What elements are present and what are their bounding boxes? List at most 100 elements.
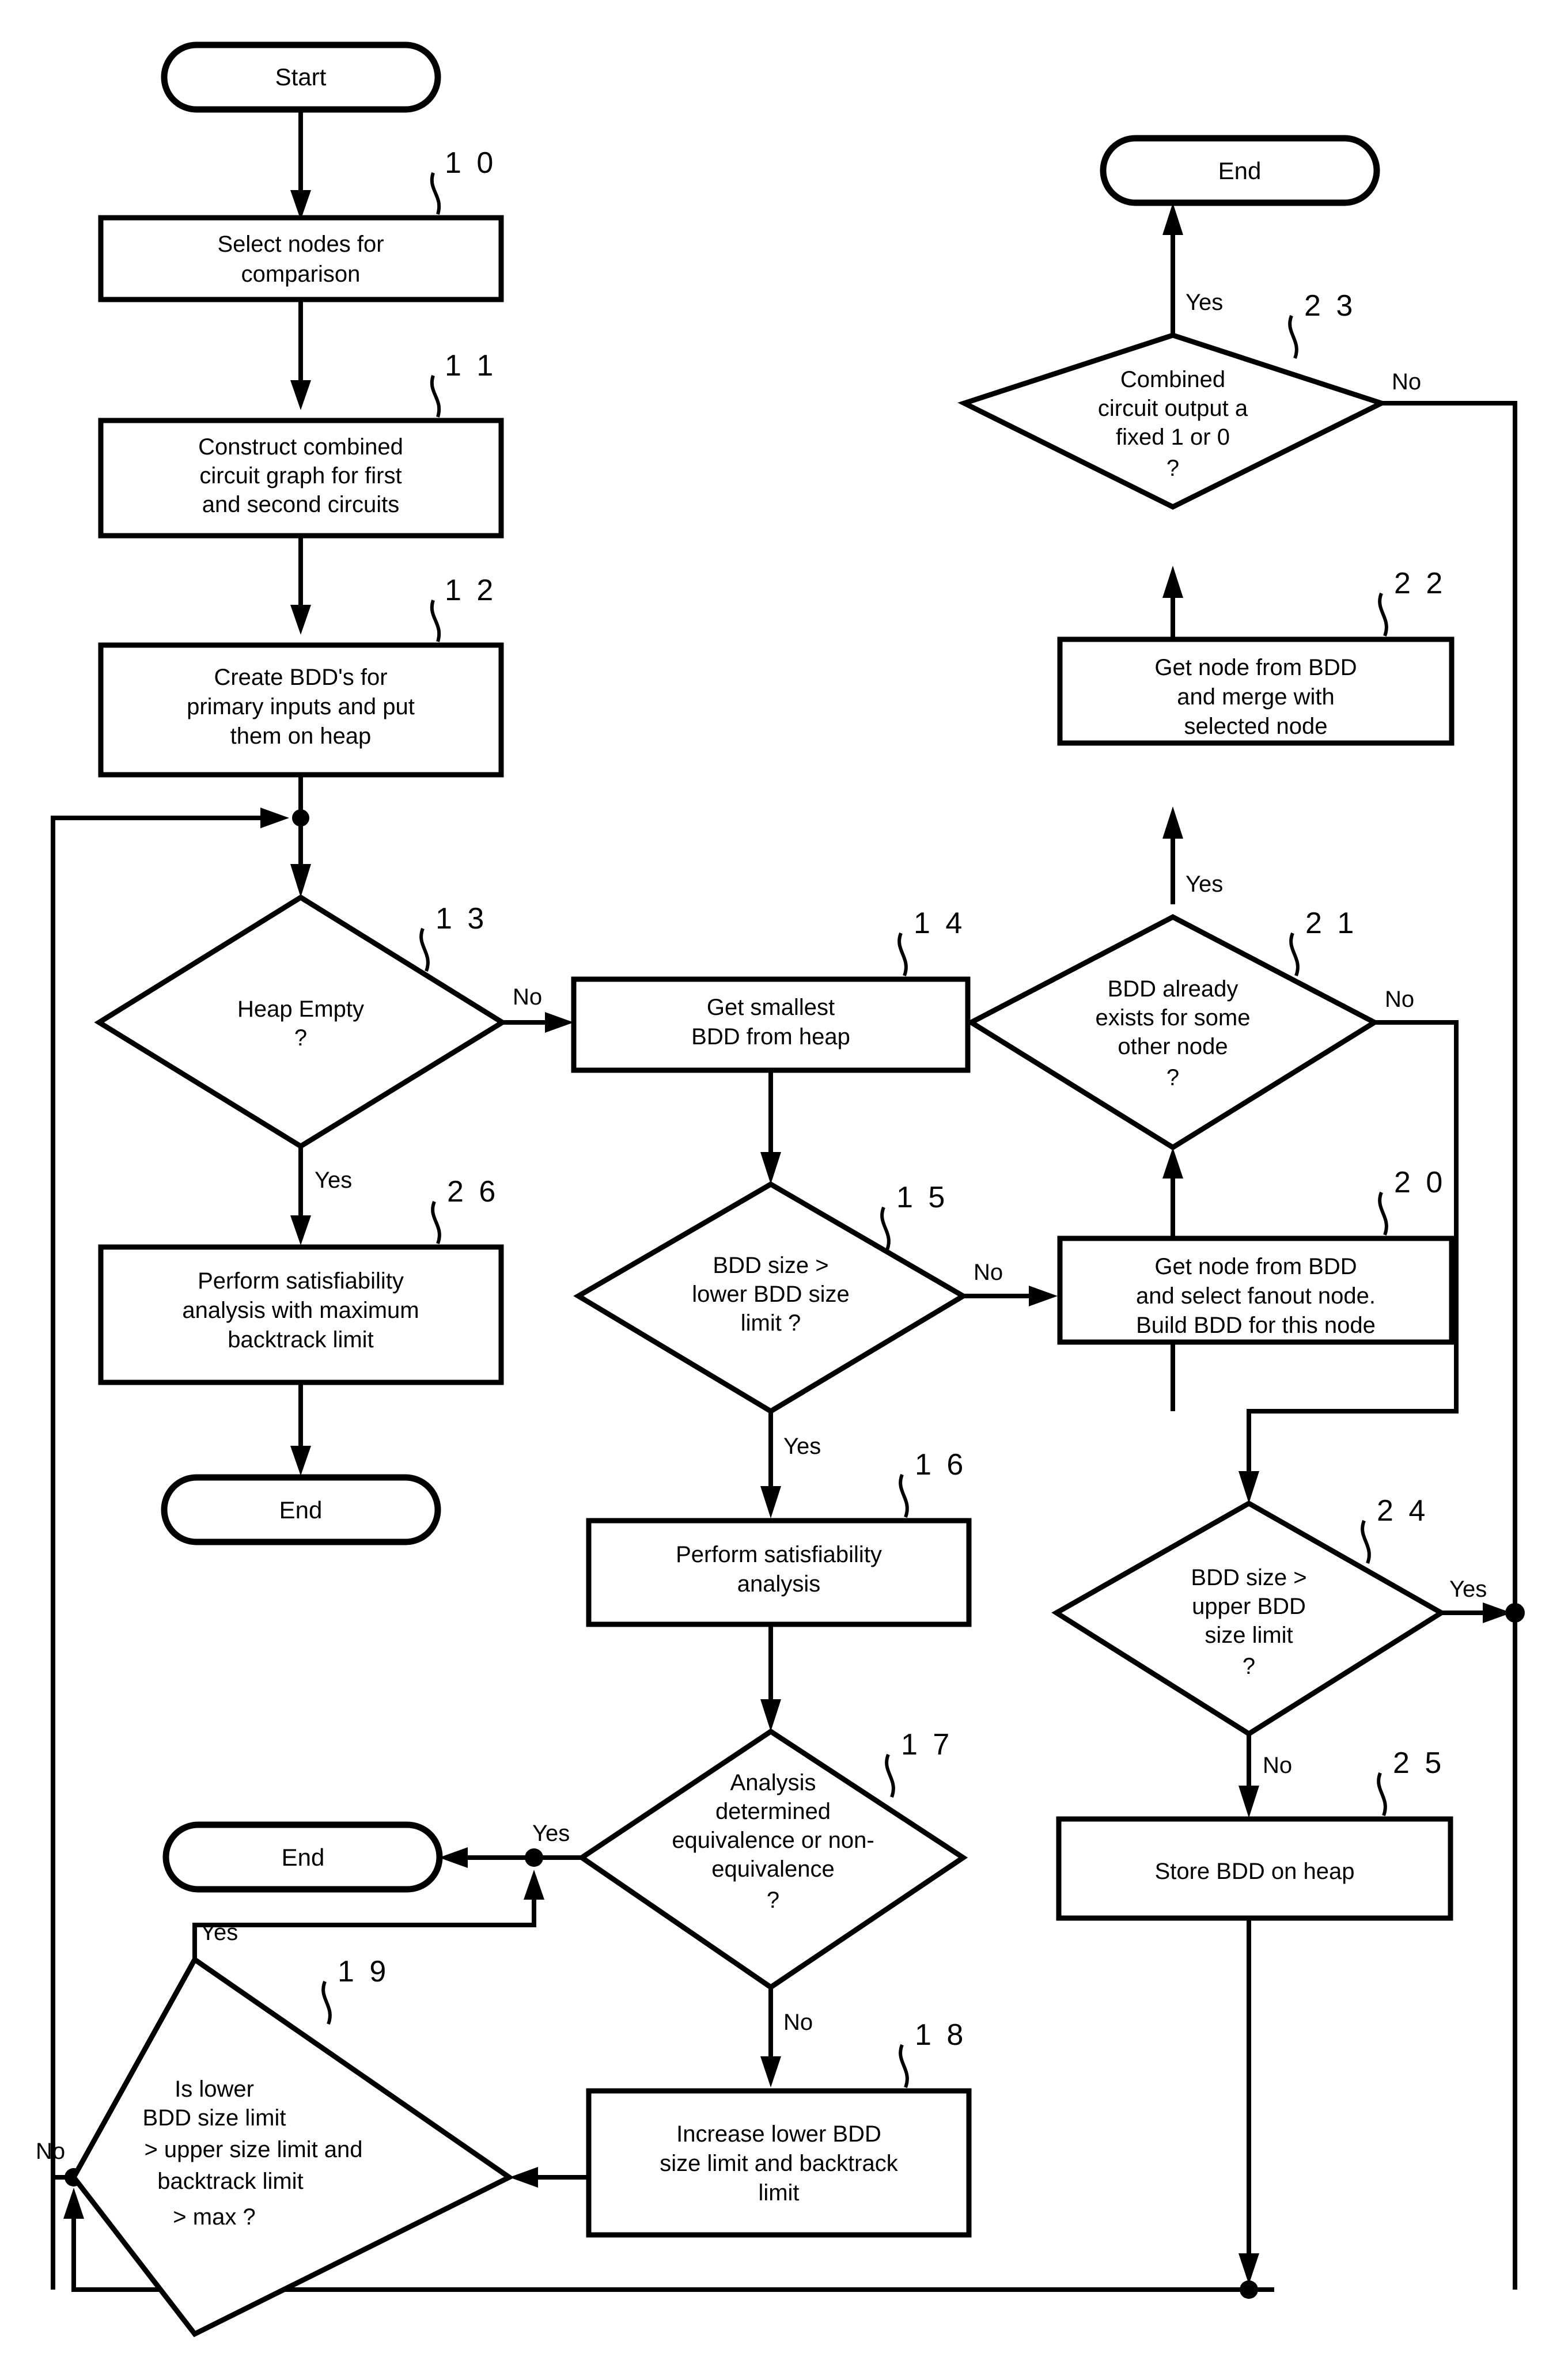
reference-17: 1 7 [901, 1728, 953, 1761]
process-14: Get smallest BDD from heap 1 4 [571, 907, 971, 1073]
decision-23-line-0: Combined [1120, 367, 1225, 392]
connector-13-no-to-14 [502, 1012, 574, 1033]
reference-21: 2 1 [1305, 907, 1357, 940]
terminal-end-after-17: End [162, 1821, 443, 1893]
decision-15-line-1: lower BDD size [692, 1282, 849, 1307]
decision-15-line-0: BDD size > [713, 1253, 828, 1278]
edge-label-13-yes: Yes [315, 1168, 352, 1193]
connector-26-to-end [290, 1382, 311, 1476]
decision-23: Combined circuit output a fixed 1 or 0 ?… [957, 289, 1421, 510]
connector-16-to-17 [760, 1624, 781, 1731]
process-25-line-0: Store BDD on heap [1155, 1859, 1355, 1884]
connector-25-to-bottom-bus [1239, 1918, 1259, 2299]
terminal-end-after-17-label: End [282, 1844, 325, 1871]
process-18: Increase lower BDD size limit and backtr… [586, 2018, 972, 2238]
process-16-line-0: Perform satisfiability [676, 1542, 882, 1567]
reference-16: 1 6 [915, 1448, 967, 1481]
edge-label-24-no: No [1263, 1753, 1292, 1778]
decision-19: Is lower BDD size limit > upper size lim… [36, 1920, 514, 2337]
process-26-line-2: backtrack limit [228, 1327, 373, 1352]
connector-12-to-13 [290, 775, 311, 897]
process-12-line-2: them on heap [230, 723, 372, 749]
reference-10: 1 0 [445, 146, 497, 180]
process-20: Get node from BDD and select fanout node… [1057, 1166, 1455, 1345]
edge-label-21-yes: Yes [1186, 871, 1223, 897]
process-22-line-1: and merge with [1177, 684, 1334, 710]
process-22-line-0: Get node from BDD [1154, 655, 1357, 680]
decision-21-line-0: BDD already [1108, 976, 1239, 1002]
connector-13-yes-to-26 [290, 1146, 311, 1245]
reference-11: 1 1 [445, 349, 497, 382]
decision-19-line-2: > upper size limit and [144, 2137, 362, 2162]
process-20-line-0: Get node from BDD [1154, 1254, 1357, 1279]
process-18-line-1: size limit and backtrack [660, 2151, 898, 2176]
decision-13-line-1: ? [294, 1025, 307, 1051]
connector-20-to-21 [1162, 1147, 1183, 1238]
process-10-line-0: Select nodes for [217, 232, 384, 257]
reference-18: 1 8 [915, 2018, 967, 2052]
connector-11-to-12 [290, 536, 311, 635]
terminal-end-right: End [1100, 135, 1380, 206]
reference-23: 2 3 [1304, 289, 1356, 323]
flowchart-svg: Start Select nodes for comparison 1 0 Co… [36, 41, 1525, 2337]
connector-14-to-15 [760, 1070, 781, 1184]
connector-10-to-11 [290, 300, 311, 410]
edge-label-21-no: No [1385, 987, 1414, 1012]
decision-15-line-2: limit ? [741, 1310, 801, 1336]
decision-17-line-3: equivalence [711, 1856, 835, 1882]
decision-17-line-0: Analysis [730, 1770, 816, 1795]
decision-21-line-1: exists for some [1096, 1005, 1251, 1030]
decision-24-line-2: size limit [1205, 1623, 1293, 1648]
decision-24: BDD size > upper BDD size limit ? 2 4 Ye… [1051, 1494, 1487, 1778]
process-12-line-1: primary inputs and put [187, 694, 415, 719]
decision-13-line-0: Heap Empty [237, 996, 364, 1022]
edge-label-13-no: No [513, 984, 542, 1010]
decision-19-line-0: Is lower [175, 2076, 254, 2102]
process-12-line-0: Create BDD's for [214, 665, 387, 690]
decision-17-line-4: ? [767, 1888, 779, 1913]
reference-12: 1 2 [445, 574, 497, 607]
process-14-line-1: BDD from heap [691, 1024, 850, 1049]
decision-24-line-1: upper BDD [1192, 1594, 1306, 1619]
connector-24-no-to-25 [1239, 1734, 1259, 1818]
process-10-line-1: comparison [241, 262, 361, 287]
process-18-line-0: Increase lower BDD [676, 2121, 881, 2147]
decision-21-line-2: other node [1118, 1034, 1228, 1059]
reference-26: 2 6 [447, 1175, 499, 1208]
connector-24-yes-to-right-bus [1441, 1602, 1525, 1623]
connector-17-yes-to-end [439, 1847, 582, 1868]
decision-17: Analysis determined equivalence or non- … [532, 1728, 968, 2035]
process-11-line-0: Construct combined [198, 434, 403, 460]
decision-21: BDD already exists for some other node ?… [965, 871, 1414, 1151]
reference-24: 2 4 [1377, 1494, 1429, 1528]
process-25: Store BDD on heap 2 5 [1056, 1746, 1453, 1921]
process-16: Perform satisfiability analysis 1 6 [586, 1448, 972, 1627]
decision-21-line-3: ? [1166, 1065, 1179, 1090]
process-18-line-2: limit [758, 2180, 799, 2206]
process-26-line-1: analysis with maximum [182, 1298, 419, 1323]
connector-15-yes-to-16 [760, 1411, 781, 1518]
edge-label-24-yes: Yes [1449, 1577, 1487, 1602]
process-14-line-0: Get smallest [707, 995, 835, 1020]
reference-13: 1 3 [435, 902, 487, 935]
edge-label-23-no: No [1392, 369, 1421, 395]
decision-23-line-3: ? [1166, 456, 1179, 481]
terminal-end-right-label: End [1218, 157, 1262, 184]
reference-22: 2 2 [1394, 567, 1446, 600]
decision-13: Heap Empty ? 1 3 No Yes [94, 894, 542, 1193]
reference-19: 1 9 [338, 1955, 389, 1988]
decision-19-line-1: BDD size limit [143, 2105, 286, 2131]
process-11-line-1: circuit graph for first [199, 463, 402, 488]
edge-label-15-yes: Yes [783, 1434, 821, 1459]
terminal-start-label: Start [275, 63, 327, 90]
reference-20: 2 0 [1394, 1166, 1446, 1199]
process-20-line-2: Build BDD for this node [1136, 1313, 1376, 1338]
reference-25: 2 5 [1393, 1746, 1445, 1780]
process-22-line-2: selected node [1184, 714, 1327, 739]
decision-17-line-1: determined [715, 1799, 831, 1824]
terminal-end-after-26-label: End [279, 1496, 323, 1524]
flowchart-canvas: Start Select nodes for comparison 1 0 Co… [0, 0, 1568, 2357]
decision-24-line-3: ? [1243, 1654, 1255, 1679]
edge-label-19-no: No [36, 2139, 65, 2164]
decision-15: BDD size > lower BDD size limit ? 1 5 No… [573, 1181, 1003, 1459]
